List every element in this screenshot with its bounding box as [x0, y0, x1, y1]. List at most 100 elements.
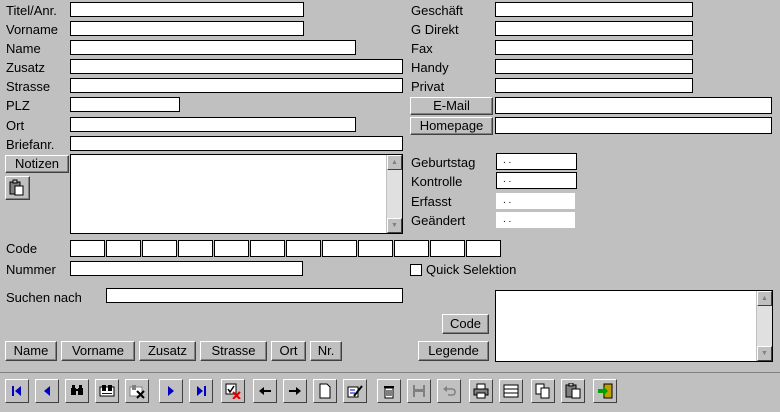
erfasst-value: . .	[496, 193, 575, 209]
handy-input[interactable]	[495, 59, 693, 74]
label-quick-selektion: Quick Selektion	[426, 262, 517, 277]
clipboard-button[interactable]	[5, 176, 30, 200]
quick-selektion-checkbox[interactable]	[410, 264, 422, 276]
undo-button[interactable]	[437, 379, 461, 403]
first-record-icon	[12, 386, 21, 396]
code-box-4[interactable]	[178, 240, 213, 257]
prev-record-button[interactable]	[35, 379, 59, 403]
sort-vorname-button[interactable]: Vorname	[61, 341, 135, 361]
legende-scrollbar[interactable]: ▲ ▼	[756, 291, 772, 361]
fax-input[interactable]	[495, 40, 693, 55]
last-record-icon	[197, 386, 206, 396]
last-record-button[interactable]	[189, 379, 213, 403]
scroll-down-icon[interactable]: ▼	[387, 218, 402, 233]
trash-icon	[384, 386, 394, 399]
titel-input[interactable]	[70, 2, 304, 17]
edit-button[interactable]	[343, 379, 367, 403]
name-input[interactable]	[70, 40, 356, 55]
copy-button[interactable]	[531, 379, 555, 403]
code-box-7[interactable]	[286, 240, 321, 257]
label-geburtstag: Geburtstag	[411, 155, 476, 170]
code-box-1[interactable]	[70, 240, 105, 257]
exit-button[interactable]	[593, 379, 617, 403]
clipboard-icon	[9, 179, 24, 196]
email-button[interactable]: E-Mail	[410, 97, 493, 115]
new-document-button[interactable]	[313, 379, 337, 403]
label-plz: PLZ	[6, 98, 30, 113]
check-delete-icon	[225, 383, 241, 399]
next-record-icon	[168, 386, 174, 396]
save-button[interactable]	[407, 379, 431, 403]
find-button[interactable]	[65, 379, 89, 403]
paste-icon	[565, 383, 581, 399]
code-button[interactable]: Code	[442, 314, 489, 334]
code-box-5[interactable]	[214, 240, 249, 257]
plz-input[interactable]	[70, 97, 180, 112]
prev-record-icon	[44, 386, 50, 396]
arrow-right-button[interactable]	[283, 379, 307, 403]
notizen-scrollbar[interactable]: ▲ ▼	[386, 155, 402, 233]
homepage-input[interactable]	[495, 117, 772, 134]
arrow-left-icon	[259, 387, 271, 395]
label-titel: Titel/Anr.	[6, 3, 57, 18]
sort-name-button[interactable]: Name	[5, 341, 57, 361]
briefanr-input[interactable]	[70, 136, 403, 151]
ort-input[interactable]	[70, 117, 356, 132]
label-handy: Handy	[411, 60, 449, 75]
notizen-button[interactable]: Notizen	[5, 155, 69, 173]
strasse-input[interactable]	[70, 78, 403, 93]
geschaeft-input[interactable]	[495, 2, 693, 17]
check-delete-button[interactable]	[221, 379, 245, 403]
kontrolle-input[interactable]: . .	[496, 172, 577, 189]
homepage-button[interactable]: Homepage	[410, 117, 493, 135]
code-box-11[interactable]	[430, 240, 465, 257]
paste-button[interactable]	[561, 379, 585, 403]
scroll-down-icon[interactable]: ▼	[757, 346, 772, 361]
trash-button[interactable]	[377, 379, 401, 403]
vorname-input[interactable]	[70, 21, 304, 36]
form-view-button[interactable]	[499, 379, 523, 403]
sort-ort-button[interactable]: Ort	[271, 341, 306, 361]
code-box-10[interactable]	[394, 240, 429, 257]
code-legende-list[interactable]: ▲ ▼	[495, 290, 773, 362]
code-box-6[interactable]	[250, 240, 285, 257]
sort-zusatz-button[interactable]: Zusatz	[139, 341, 196, 361]
label-strasse: Strasse	[6, 79, 51, 94]
sort-nr-button[interactable]: Nr.	[310, 341, 342, 361]
label-name: Name	[6, 41, 41, 56]
code-box-2[interactable]	[106, 240, 141, 257]
edit-icon	[347, 385, 363, 398]
geburtstag-input[interactable]: . .	[496, 153, 577, 170]
exit-icon	[598, 383, 613, 399]
code-box-3[interactable]	[142, 240, 177, 257]
label-erfasst: Erfasst	[411, 194, 452, 209]
first-record-button[interactable]	[5, 379, 29, 403]
code-box-8[interactable]	[322, 240, 357, 257]
arrow-right-icon	[289, 387, 301, 395]
notizen-textarea[interactable]: ▲ ▼	[70, 154, 403, 234]
sort-strasse-button[interactable]: Strasse	[200, 341, 267, 361]
legende-button[interactable]: Legende	[418, 341, 489, 361]
form-view-icon	[503, 384, 519, 398]
label-fax: Fax	[411, 41, 433, 56]
email-input[interactable]	[495, 97, 772, 114]
print-button[interactable]	[469, 379, 493, 403]
code-box-12[interactable]	[466, 240, 501, 257]
next-record-button[interactable]	[159, 379, 183, 403]
copy-icon	[535, 383, 550, 399]
find-filter-button[interactable]	[95, 379, 119, 403]
code-box-9[interactable]	[358, 240, 393, 257]
undo-icon	[443, 386, 456, 396]
gdirekt-input[interactable]	[495, 21, 693, 36]
scroll-up-icon[interactable]: ▲	[387, 155, 402, 170]
label-ort: Ort	[6, 118, 25, 133]
nummer-input[interactable]	[70, 261, 303, 276]
clear-filter-button[interactable]	[125, 379, 149, 403]
suchen-nach-input[interactable]	[106, 288, 403, 303]
find-filter-icon	[99, 385, 115, 397]
scroll-up-icon[interactable]: ▲	[757, 291, 772, 306]
label-vorname: Vorname	[6, 22, 59, 37]
privat-input[interactable]	[495, 78, 693, 93]
arrow-left-button[interactable]	[253, 379, 277, 403]
zusatz-input[interactable]	[70, 59, 403, 74]
